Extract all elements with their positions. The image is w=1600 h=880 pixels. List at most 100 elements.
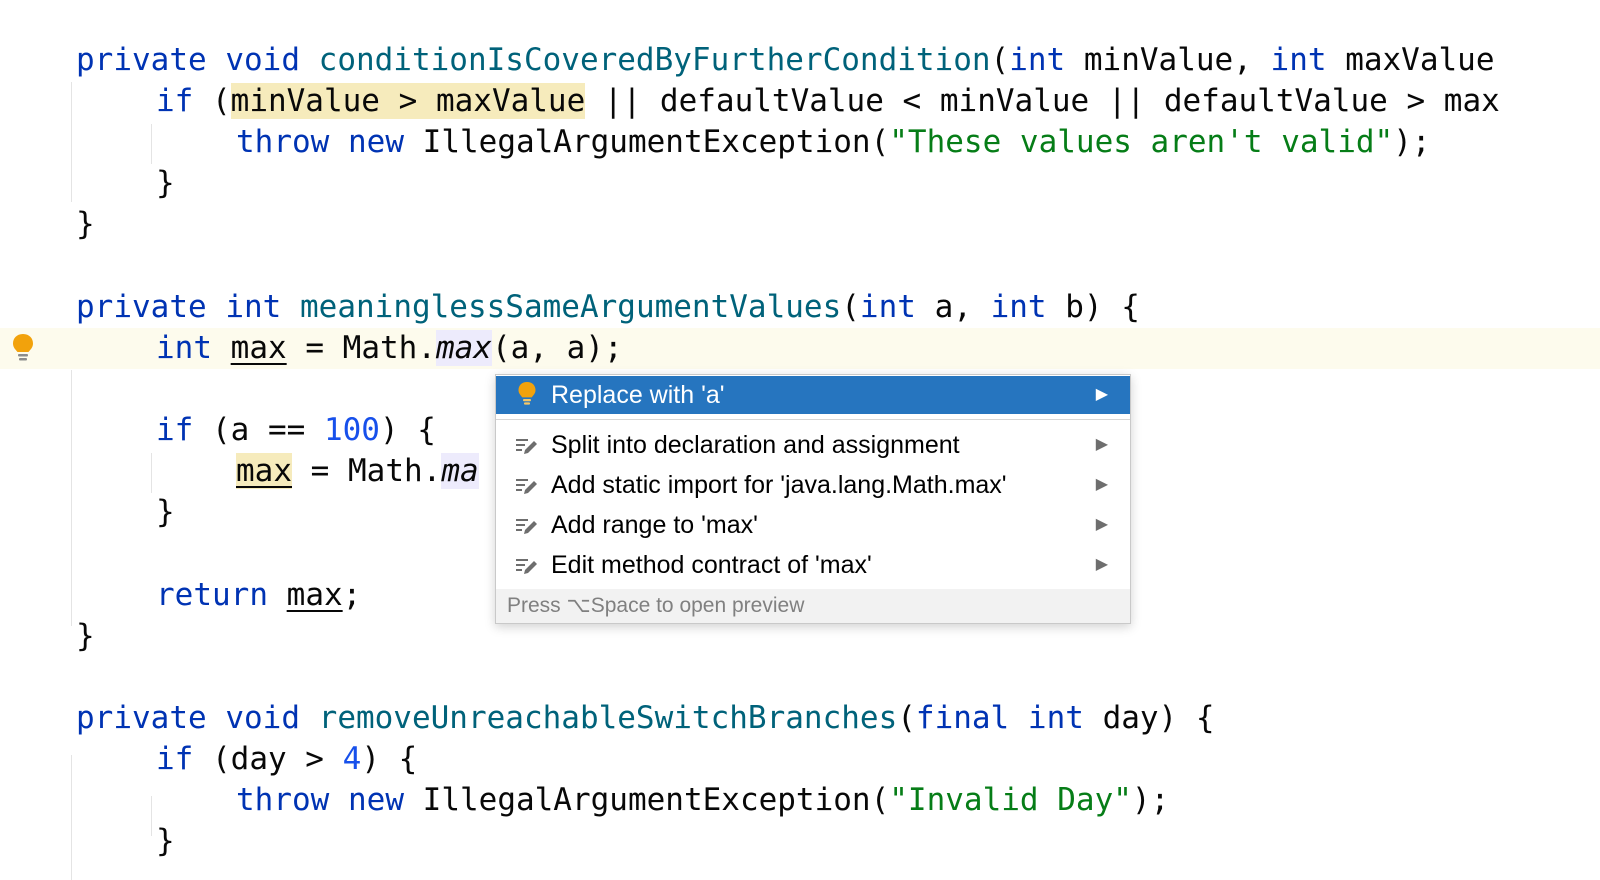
variable-max[interactable]: max [231, 330, 287, 366]
keyword: throw [236, 124, 330, 160]
keyword: int [225, 289, 282, 325]
code-text: IllegalArgumentException( [404, 782, 890, 818]
keyword: int [990, 289, 1047, 325]
code-line[interactable]: return max; [0, 575, 361, 616]
code-text: ); [1393, 124, 1431, 160]
current-code-line[interactable]: int max = Math.max(a, a); [0, 328, 1600, 369]
popup-item-split-declaration[interactable]: Split into declaration and assignment ▶ [496, 426, 1130, 464]
code-line[interactable]: if (day > 4) { [0, 739, 417, 780]
submenu-arrow-icon: ▶ [1095, 556, 1108, 573]
method-name[interactable]: meaninglessSameArgumentValues [300, 289, 841, 325]
indent-guide [151, 124, 152, 164]
popup-item-label: Split into declaration and assignment [551, 431, 960, 459]
code-line[interactable]: max = Math.ma [0, 451, 479, 492]
code-text: minValue, [1065, 42, 1271, 78]
keyword: int [1270, 42, 1327, 78]
code-line[interactable]: } [0, 616, 95, 657]
code-text: (a == [193, 412, 324, 448]
code-text: ( [841, 289, 860, 325]
code-line[interactable]: private void removeUnreachableSwitchBran… [0, 698, 1215, 739]
popup-item-add-range[interactable]: Add range to 'max' ▶ [496, 506, 1130, 544]
code-editor[interactable]: private void conditionIsCoveredByFurther… [0, 0, 1600, 880]
variable-max[interactable]: max [287, 577, 343, 613]
popup-footer-text: Press ⌥Space to open preview [507, 594, 805, 617]
intention-edit-icon [514, 553, 540, 579]
code-text: ( [990, 42, 1010, 78]
popup-item-edit-method-contract[interactable]: Edit method contract of 'max' ▶ [496, 546, 1130, 584]
code-line[interactable]: } [0, 163, 175, 204]
code-text: } [76, 206, 95, 242]
code-text: a, [915, 289, 991, 325]
submenu-arrow-icon: ▶ [1095, 476, 1108, 493]
keyword: if [156, 741, 194, 777]
keyword: int [156, 330, 212, 366]
code-line[interactable]: } [0, 204, 95, 245]
method-call-max[interactable]: max [435, 330, 492, 366]
code-text: day) { [1083, 700, 1215, 736]
code-text: b) { [1046, 289, 1140, 325]
keyword: throw [236, 782, 330, 818]
code-line[interactable]: private void conditionIsCoveredByFurther… [0, 40, 1495, 81]
number-literal: 4 [342, 741, 362, 777]
code-line[interactable]: throw new IllegalArgumentException("Thes… [0, 122, 1431, 163]
code-text: } [156, 165, 175, 201]
indent-guide [151, 453, 152, 493]
keyword: new [348, 782, 404, 818]
method-call-max[interactable]: ma [441, 453, 479, 489]
keyword: final [915, 700, 1010, 736]
popup-footer-hint: Press ⌥Space to open preview [496, 589, 1130, 623]
method-name[interactable]: conditionIsCoveredByFurtherCondition [319, 42, 991, 78]
code-text: } [76, 618, 95, 654]
number-literal: 100 [323, 412, 380, 448]
code-text: (a, a); [491, 330, 623, 366]
submenu-arrow-icon: ▶ [1095, 436, 1108, 453]
code-line[interactable]: if (minValue > maxValue || defaultValue … [0, 81, 1500, 122]
code-text: IllegalArgumentException( [404, 124, 890, 160]
popup-item-replace-with-a[interactable]: Replace with 'a' ▶ [496, 376, 1130, 414]
popup-item-label: Add static import for 'java.lang.Math.ma… [551, 471, 1007, 499]
indent-guide [151, 796, 152, 836]
keyword: return [156, 577, 268, 613]
code-text: ( [193, 83, 231, 119]
gutter-lightbulb-icon[interactable] [10, 333, 36, 363]
code-text: ) { [361, 741, 418, 777]
intention-edit-icon [514, 433, 540, 459]
variable-max[interactable]: max [236, 453, 292, 489]
code-text: ( [897, 700, 916, 736]
intention-edit-icon [514, 513, 540, 539]
keyword: void [225, 700, 300, 736]
code-line[interactable]: throw new IllegalArgumentException("Inva… [0, 780, 1169, 821]
code-text: ) { [379, 412, 436, 448]
popup-separator [496, 419, 1130, 420]
keyword: private [76, 289, 207, 325]
code-text: } [156, 494, 175, 530]
keyword: if [156, 83, 194, 119]
submenu-arrow-icon: ▶ [1095, 516, 1108, 533]
code-text: } [156, 823, 175, 859]
code-text: ; [342, 577, 362, 613]
popup-item-label: Replace with 'a' [551, 381, 725, 409]
keyword: private [76, 700, 207, 736]
intention-actions-popup[interactable]: Replace with 'a' ▶ Split into declaratio… [495, 374, 1131, 624]
intention-edit-icon [514, 473, 540, 499]
code-line[interactable]: } [0, 821, 175, 862]
keyword: new [348, 124, 404, 160]
code-text: maxValue [1326, 42, 1495, 78]
keyword: int [1009, 42, 1066, 78]
lightbulb-icon [514, 382, 540, 409]
string-literal: "These values aren't valid" [889, 124, 1394, 160]
keyword: private [76, 42, 207, 78]
warning-highlight[interactable]: minValue > maxValue [230, 83, 586, 119]
code-text: (day > [193, 741, 343, 777]
submenu-arrow-icon: ▶ [1095, 386, 1108, 403]
method-name[interactable]: removeUnreachableSwitchBranches [319, 700, 898, 736]
code-line[interactable]: if (a == 100) { [0, 410, 436, 451]
keyword: int [1027, 700, 1084, 736]
code-line[interactable]: private int meaninglessSameArgumentValue… [0, 287, 1140, 328]
keyword: int [859, 289, 916, 325]
code-text: ); [1131, 782, 1170, 818]
code-text: || defaultValue < minValue || defaultVal… [585, 83, 1500, 119]
popup-item-add-static-import[interactable]: Add static import for 'java.lang.Math.ma… [496, 466, 1130, 504]
code-line[interactable]: } [0, 492, 175, 533]
keyword: void [225, 42, 300, 78]
